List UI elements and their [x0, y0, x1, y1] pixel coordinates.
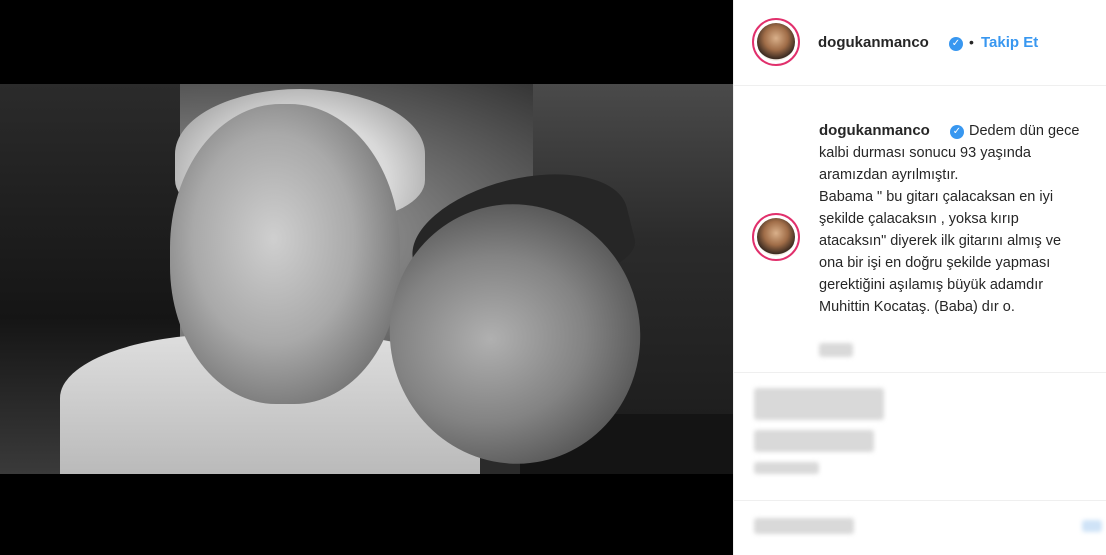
- divider: [734, 500, 1106, 501]
- caption-line: Dedem dün gece: [969, 123, 1080, 139]
- blurred-action-icons: [754, 388, 884, 420]
- avatar-image: [757, 23, 795, 61]
- caption-line: şekilde çalacaksın , yoksa kırıp: [819, 211, 1019, 227]
- header-separator: •: [969, 34, 974, 50]
- caption-avatar[interactable]: [752, 213, 800, 261]
- follow-button[interactable]: Takip Et: [981, 34, 1038, 51]
- caption-line: gerektiğini aşılamış büyük adamdır: [819, 277, 1044, 293]
- caption-line: ona bir işi en doğru şekilde yapması: [819, 255, 1051, 271]
- post-photo[interactable]: [0, 84, 733, 474]
- caption-line: Muhittin Kocataş. (Baba) dır o.: [819, 299, 1015, 315]
- post-photo-panel: [0, 0, 733, 555]
- caption-line: Babama " bu gitarı çalacaksan en iyi: [819, 189, 1054, 205]
- photo-grandfather-face: [170, 104, 400, 404]
- blurred-date: [754, 462, 819, 474]
- header-username[interactable]: dogukanmanco: [818, 34, 929, 51]
- caption-line: kalbi durması sonucu 93 yaşında: [819, 145, 1031, 161]
- avatar-image: [757, 218, 795, 256]
- post-header: dogukanmanco ✓ • Takip Et: [734, 0, 1106, 86]
- post-sidebar: dogukanmanco ✓ • Takip Et dogukanmanco ✓…: [733, 0, 1106, 555]
- blurred-post-button[interactable]: [1082, 520, 1102, 532]
- caption-line: aramızdan ayrılmıştır.: [819, 167, 959, 183]
- header-avatar[interactable]: [752, 18, 800, 66]
- blurred-timestamp: [819, 343, 853, 357]
- post-caption: Dedem dün gece kalbi durması sonucu 93 y…: [819, 120, 1105, 318]
- blurred-comment-input[interactable]: [754, 518, 854, 534]
- blurred-likes: [754, 430, 874, 452]
- caption-line: atacaksın" diyerek ilk gitarını almış ve: [819, 233, 1062, 249]
- verified-badge-icon: ✓: [949, 37, 963, 51]
- divider: [734, 372, 1106, 373]
